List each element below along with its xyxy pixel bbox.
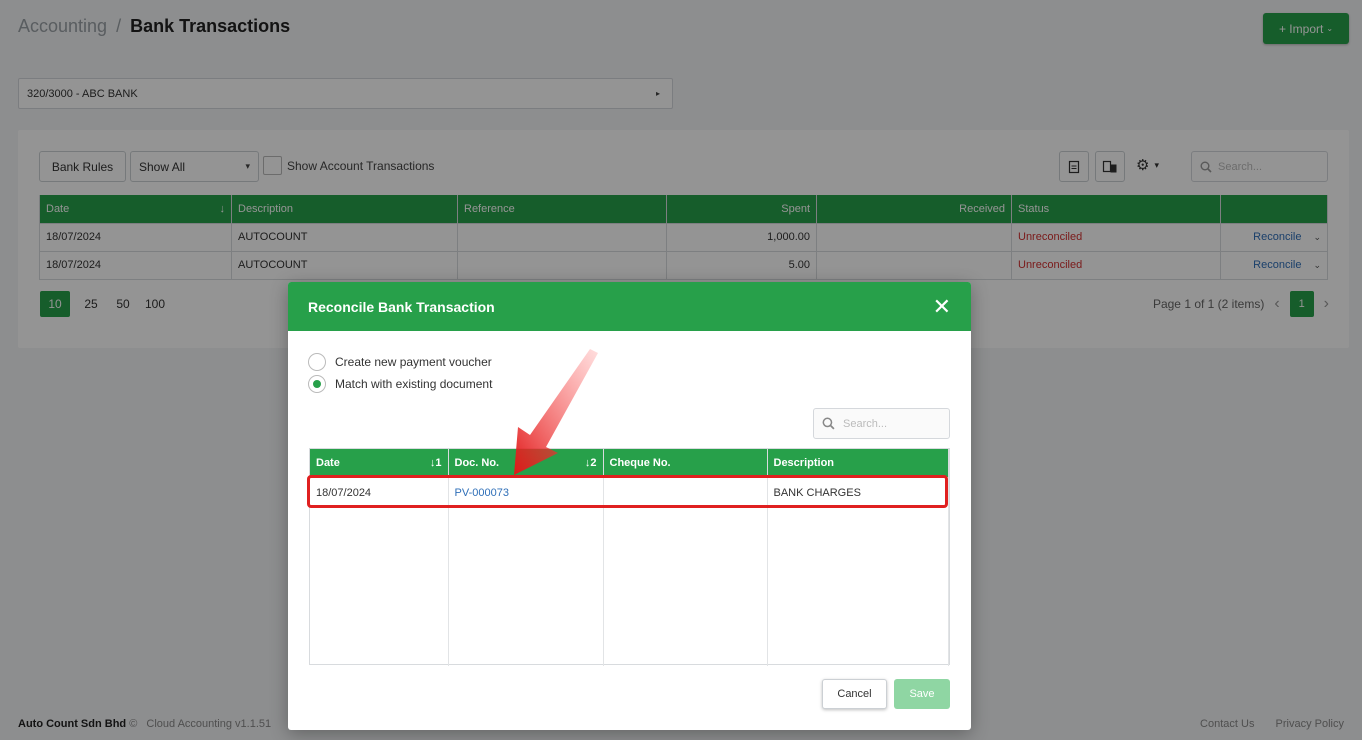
- dialog-header: Reconcile Bank Transaction ✕: [288, 282, 971, 331]
- option-label: Match with existing document: [335, 377, 493, 391]
- option-create-voucher[interactable]: Create new payment voucher: [308, 353, 492, 371]
- column-header-date[interactable]: Date ↓1: [310, 449, 449, 477]
- dialog-search-input[interactable]: Search...: [813, 408, 950, 439]
- documents-table: Date ↓1 Doc. No. ↓2 Cheque No. Description…: [309, 448, 950, 666]
- radio-button[interactable]: [308, 353, 326, 371]
- table-row[interactable]: 18/07/2024 PV-000073 BANK CHARGES: [310, 477, 949, 509]
- empty-area: [310, 509, 949, 666]
- annotation-arrow: [514, 349, 598, 475]
- doc-link[interactable]: PV-000073: [455, 487, 509, 499]
- column-header-description[interactable]: Description: [767, 449, 949, 477]
- cell-cheque-no: [603, 477, 768, 509]
- option-label: Create new payment voucher: [335, 355, 492, 369]
- dialog-title: Reconcile Bank Transaction: [308, 298, 495, 315]
- cell-date: 18/07/2024: [310, 477, 449, 509]
- cell-description: BANK CHARGES: [767, 477, 949, 509]
- sort-indicator: ↓1: [429, 457, 442, 469]
- option-match-document[interactable]: Match with existing document: [308, 375, 492, 393]
- search-placeholder: Search...: [843, 417, 888, 430]
- cancel-button[interactable]: Cancel: [822, 679, 887, 709]
- column-header-cheque-no[interactable]: Cheque No.: [603, 449, 768, 477]
- reconcile-dialog: Reconcile Bank Transaction ✕ Create new …: [288, 282, 971, 730]
- close-icon[interactable]: ✕: [933, 295, 951, 318]
- save-button[interactable]: Save: [894, 679, 950, 709]
- radio-button-selected[interactable]: [308, 375, 326, 393]
- search-icon: [822, 417, 835, 430]
